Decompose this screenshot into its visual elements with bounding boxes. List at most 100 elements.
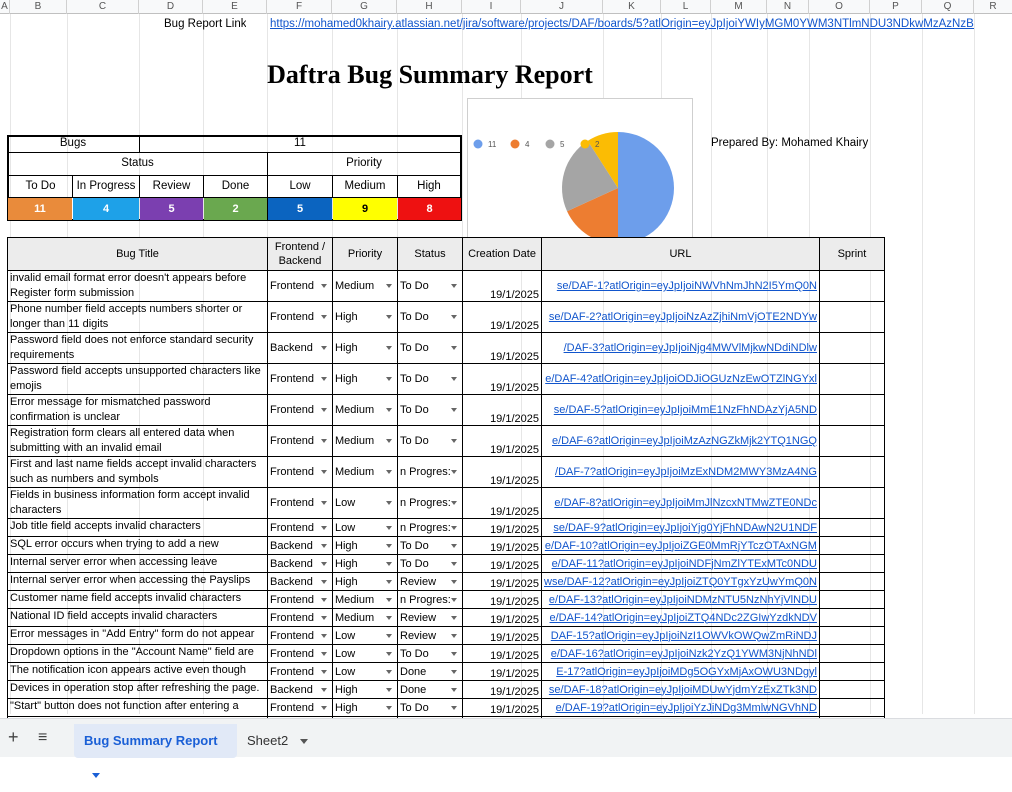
priority-dropdown[interactable]: Low bbox=[332, 644, 398, 663]
column-header[interactable]: H bbox=[397, 0, 462, 14]
chevron-down-icon[interactable] bbox=[451, 687, 457, 692]
url-link[interactable]: se/DAF-9?atlOrigin=eyJpIjoiYjg0YjFhNDAwN… bbox=[541, 518, 820, 537]
status-dropdown[interactable]: To Do bbox=[397, 698, 463, 717]
column-header[interactable]: K bbox=[603, 0, 661, 14]
chevron-down-icon[interactable] bbox=[386, 315, 392, 319]
chevron-down-icon[interactable] bbox=[321, 705, 327, 710]
chevron-down-icon[interactable] bbox=[299, 739, 308, 745]
frontend-backend-dropdown[interactable]: Backend bbox=[267, 572, 333, 591]
url-link[interactable]: e/DAF-6?atlOrigin=eyJpIjoiMzAzNGZkMjk2YT… bbox=[541, 425, 820, 457]
frontend-backend-dropdown[interactable]: Frontend bbox=[267, 301, 333, 333]
frontend-backend-dropdown[interactable]: Frontend bbox=[267, 363, 333, 395]
url-link[interactable]: e/DAF-4?atlOrigin=eyJpIjoiODJiOGUzNzEwOT… bbox=[541, 363, 820, 395]
status-dropdown[interactable]: Review bbox=[397, 626, 463, 645]
frontend-backend-dropdown[interactable]: Backend bbox=[267, 536, 333, 555]
status-dropdown[interactable]: To Do bbox=[397, 425, 463, 457]
status-dropdown[interactable]: To Do bbox=[397, 644, 463, 663]
url-link[interactable]: E-17?atlOrigin=eyJpIjoiMDg5OGYxMjAxOWU3N… bbox=[541, 662, 820, 681]
chevron-down-icon[interactable] bbox=[386, 615, 392, 620]
sheet-tab-bug-summary-report[interactable]: Bug Summary Report bbox=[74, 724, 237, 779]
priority-dropdown[interactable]: High bbox=[332, 363, 398, 395]
status-dropdown[interactable]: To Do bbox=[397, 270, 463, 302]
chevron-down-icon[interactable] bbox=[451, 284, 457, 288]
chevron-down-icon[interactable] bbox=[321, 615, 327, 620]
status-dropdown[interactable]: To Do bbox=[397, 536, 463, 555]
url-link[interactable]: e/DAF-16?atlOrigin=eyJpIjoiNzk2YzQ1YWM3N… bbox=[541, 644, 820, 663]
status-dropdown[interactable]: To Do bbox=[397, 332, 463, 364]
chevron-down-icon[interactable] bbox=[321, 284, 327, 288]
chevron-down-icon[interactable] bbox=[321, 470, 327, 474]
chevron-down-icon[interactable] bbox=[451, 346, 457, 350]
status-dropdown[interactable]: Done bbox=[397, 662, 463, 681]
status-dropdown[interactable]: Done bbox=[397, 680, 463, 699]
priority-dropdown[interactable]: High bbox=[332, 536, 398, 555]
chevron-down-icon[interactable] bbox=[386, 651, 392, 656]
status-dropdown[interactable]: To Do bbox=[397, 554, 463, 573]
chevron-down-icon[interactable] bbox=[321, 597, 327, 602]
chevron-down-icon[interactable] bbox=[451, 705, 457, 710]
chevron-down-icon[interactable] bbox=[451, 561, 457, 566]
status-dropdown[interactable]: Review bbox=[397, 608, 463, 627]
column-header[interactable]: G bbox=[332, 0, 397, 14]
chevron-down-icon[interactable] bbox=[321, 651, 327, 656]
chevron-down-icon[interactable] bbox=[386, 439, 392, 443]
chevron-down-icon[interactable] bbox=[321, 439, 327, 443]
chevron-down-icon[interactable] bbox=[321, 408, 327, 412]
frontend-backend-dropdown[interactable]: Backend bbox=[267, 680, 333, 699]
url-link[interactable]: DAF-15?atlOrigin=eyJpIjoiNzI1OWVkOWQwZmR… bbox=[541, 626, 820, 645]
column-header[interactable]: A bbox=[0, 0, 10, 14]
priority-dropdown[interactable]: High bbox=[332, 698, 398, 717]
status-dropdown[interactable]: To Do bbox=[397, 301, 463, 333]
column-header[interactable]: P bbox=[870, 0, 922, 14]
url-link[interactable]: se/DAF-5?atlOrigin=eyJpIjoiMmE1NzFhNDAzY… bbox=[541, 394, 820, 426]
priority-dropdown[interactable]: Medium bbox=[332, 394, 398, 426]
chevron-down-icon[interactable] bbox=[386, 408, 392, 412]
status-dropdown[interactable]: n Progres: bbox=[397, 487, 463, 519]
chevron-down-icon[interactable] bbox=[386, 633, 392, 638]
chevron-down-icon[interactable] bbox=[321, 525, 327, 530]
chevron-down-icon[interactable] bbox=[386, 501, 392, 505]
priority-dropdown[interactable]: Low bbox=[332, 518, 398, 537]
chevron-down-icon[interactable] bbox=[321, 633, 327, 638]
chevron-down-icon[interactable] bbox=[321, 377, 327, 381]
chevron-down-icon[interactable] bbox=[451, 408, 457, 412]
url-link[interactable]: se/DAF-1?atlOrigin=eyJpIjoiNWVhNmJhN2I5Y… bbox=[541, 270, 820, 302]
chevron-down-icon[interactable] bbox=[386, 579, 392, 584]
chevron-down-icon[interactable] bbox=[451, 501, 457, 505]
chevron-down-icon[interactable] bbox=[386, 470, 392, 474]
chevron-down-icon[interactable] bbox=[451, 315, 457, 319]
chevron-down-icon[interactable] bbox=[321, 579, 327, 584]
status-dropdown[interactable]: n Progres: bbox=[397, 590, 463, 609]
frontend-backend-dropdown[interactable]: Frontend bbox=[267, 456, 333, 488]
chevron-down-icon[interactable] bbox=[386, 687, 392, 692]
frontend-backend-dropdown[interactable]: Backend bbox=[267, 554, 333, 573]
chevron-down-icon[interactable] bbox=[451, 597, 457, 602]
frontend-backend-dropdown[interactable]: Frontend bbox=[267, 425, 333, 457]
column-header[interactable]: E bbox=[203, 0, 267, 14]
chevron-down-icon[interactable] bbox=[386, 377, 392, 381]
url-link[interactable]: e/DAF-11?atlOrigin=eyJpIjoiNDFjNmZlYTExM… bbox=[541, 554, 820, 573]
priority-dropdown[interactable]: High bbox=[332, 572, 398, 591]
url-link[interactable]: se/DAF-18?atlOrigin=eyJpIjoiMDUwYjdmYzEx… bbox=[541, 680, 820, 699]
status-dropdown[interactable]: To Do bbox=[397, 394, 463, 426]
status-dropdown[interactable]: n Progres: bbox=[397, 456, 463, 488]
all-sheets-menu-button[interactable]: ≡ bbox=[38, 728, 47, 748]
frontend-backend-dropdown[interactable]: Frontend bbox=[267, 518, 333, 537]
chevron-down-icon[interactable] bbox=[321, 669, 327, 674]
chevron-down-icon[interactable] bbox=[386, 561, 392, 566]
pie-slice[interactable] bbox=[618, 132, 674, 244]
chevron-down-icon[interactable] bbox=[321, 315, 327, 319]
priority-dropdown[interactable]: Medium bbox=[332, 590, 398, 609]
chevron-down-icon[interactable] bbox=[451, 579, 457, 584]
chevron-down-icon[interactable] bbox=[451, 669, 457, 674]
chevron-down-icon[interactable] bbox=[321, 561, 327, 566]
chevron-down-icon[interactable] bbox=[386, 284, 392, 288]
column-header[interactable]: D bbox=[139, 0, 203, 14]
pie-chart[interactable]: 11 4 5 2 bbox=[467, 98, 693, 245]
bug-report-link[interactable]: https://mohamed0khairy.atlassian.net/jir… bbox=[270, 18, 974, 30]
column-header[interactable]: N bbox=[767, 0, 809, 14]
frontend-backend-dropdown[interactable]: Frontend bbox=[267, 270, 333, 302]
url-link[interactable]: e/DAF-10?atlOrigin=eyJpIjoiZGE0MmRjYTczO… bbox=[541, 536, 820, 555]
priority-dropdown[interactable]: Low bbox=[332, 662, 398, 681]
frontend-backend-dropdown[interactable]: Frontend bbox=[267, 644, 333, 663]
